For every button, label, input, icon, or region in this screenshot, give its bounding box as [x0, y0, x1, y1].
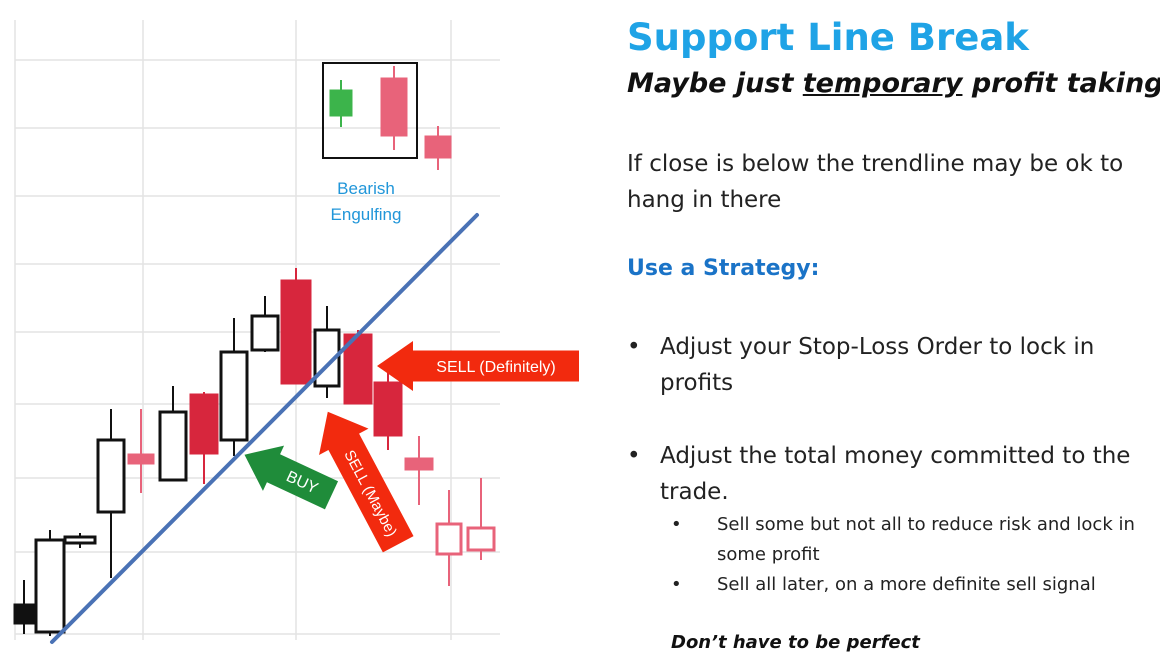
candle-body	[466, 526, 496, 552]
candle	[219, 318, 249, 456]
candle-body	[158, 410, 188, 482]
candle	[127, 409, 155, 493]
candle	[63, 533, 97, 548]
candle	[280, 268, 312, 385]
candle-body	[329, 89, 353, 117]
strategy-heading: Use a Strategy:	[627, 256, 820, 281]
candle-body	[435, 522, 463, 556]
candle	[189, 392, 219, 484]
candle-body	[373, 381, 403, 437]
bullet-dot: •	[627, 443, 641, 469]
candle	[34, 530, 66, 636]
bullet-text: Adjust your Stop-Loss Order to lock in p…	[660, 334, 1095, 396]
candle	[435, 490, 463, 586]
bullet-money-committed: • Adjust the total money committed to th…	[627, 438, 1147, 510]
subtitle-emphasis: temporary	[802, 68, 963, 99]
candle	[313, 306, 341, 398]
candle-body	[189, 393, 219, 455]
candle-body	[404, 457, 434, 471]
candle	[404, 436, 434, 505]
sell-definitely-arrow: SELL (Definitely)	[377, 341, 579, 391]
sub-bullet-sell-some: • Sell some but not all to reduce risk a…	[671, 510, 1151, 570]
subtitle-pre: Maybe just	[627, 68, 803, 99]
subtitle-post: profit taking	[962, 68, 1160, 99]
candle	[466, 478, 496, 560]
sub-bullet-text: Sell all later, on a more definite sell …	[717, 574, 1096, 595]
sub-bullet-sell-all: • Sell all later, on a more definite sel…	[671, 570, 1151, 600]
footer-note: Don’t have to be perfect	[671, 632, 920, 653]
candle	[343, 330, 373, 405]
candle	[13, 580, 35, 634]
bullet-text: Adjust the total money committed to the …	[660, 443, 1131, 505]
bullet-dot: •	[627, 334, 641, 360]
candle-body	[127, 453, 155, 465]
pattern-label: Bearish	[337, 179, 395, 198]
sub-bullet-dot: •	[671, 514, 682, 535]
candle-body	[34, 538, 66, 634]
trendline	[50, 213, 479, 644]
sub-bullet-text: Sell some but not all to reduce risk and…	[717, 514, 1135, 565]
intro-text: If close is below the trendline may be o…	[627, 151, 1124, 213]
pattern-candle	[329, 80, 353, 127]
candle-body	[96, 438, 126, 514]
slide-subtitle: Maybe just temporary profit taking	[627, 68, 1160, 99]
sell-definitely-arrow-label: SELL (Definitely)	[436, 359, 555, 376]
bullet-stop-loss: • Adjust your Stop-Loss Order to lock in…	[627, 329, 1147, 401]
candle	[250, 296, 280, 352]
candle-body	[63, 535, 97, 545]
candle-body	[380, 77, 408, 137]
slide-title: Support Line Break	[627, 16, 1029, 59]
pattern-candle	[424, 126, 452, 170]
candle-body	[250, 314, 280, 352]
chart-canvas: BearishEngulfingSELL (Definitely)SELL (M…	[13, 20, 579, 644]
candle-body	[219, 350, 249, 442]
pattern-label: Engulfing	[331, 205, 402, 224]
candle	[158, 386, 188, 482]
candle-body	[280, 279, 312, 385]
candle	[373, 372, 403, 450]
candle-body	[13, 603, 35, 625]
candlestick-chart: Bearish Engulfing SELL (Definitely) SELL (M…	[0, 0, 600, 660]
sub-bullet-dot: •	[671, 574, 682, 595]
candle-body	[424, 135, 452, 159]
pattern-candle	[380, 66, 408, 150]
